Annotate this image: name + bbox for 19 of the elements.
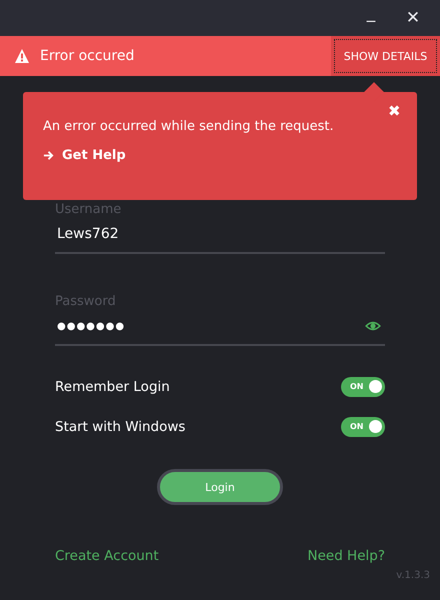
link[interactable]: Create Account	[55, 548, 159, 564]
version-label: v.1.3.3	[396, 570, 430, 581]
username-field[interactable]: Lews762	[55, 217, 385, 254]
show-details-button[interactable]: SHOW DETAILS	[331, 36, 440, 76]
close-button[interactable]: ✕	[396, 3, 430, 33]
password-field[interactable]: ●●●●●●●	[55, 309, 385, 346]
error-message: Error occured	[40, 48, 136, 64]
toggle-label: Start with Windows	[55, 418, 186, 434]
eye-icon	[365, 320, 381, 332]
close-button[interactable]: ✖	[386, 100, 403, 122]
get-help-link[interactable]: Get Help	[43, 148, 126, 163]
warning-icon	[14, 48, 30, 64]
toggle-label: Remember Login	[55, 378, 170, 394]
minimize-button[interactable]: _	[354, 3, 388, 33]
field-label: Password	[55, 294, 117, 309]
link[interactable]: Need Help?	[307, 548, 385, 564]
arrow-icon	[43, 150, 54, 161]
field-label: Username	[55, 202, 122, 217]
error-details-text: An error occurred while sending the request.	[43, 119, 335, 134]
